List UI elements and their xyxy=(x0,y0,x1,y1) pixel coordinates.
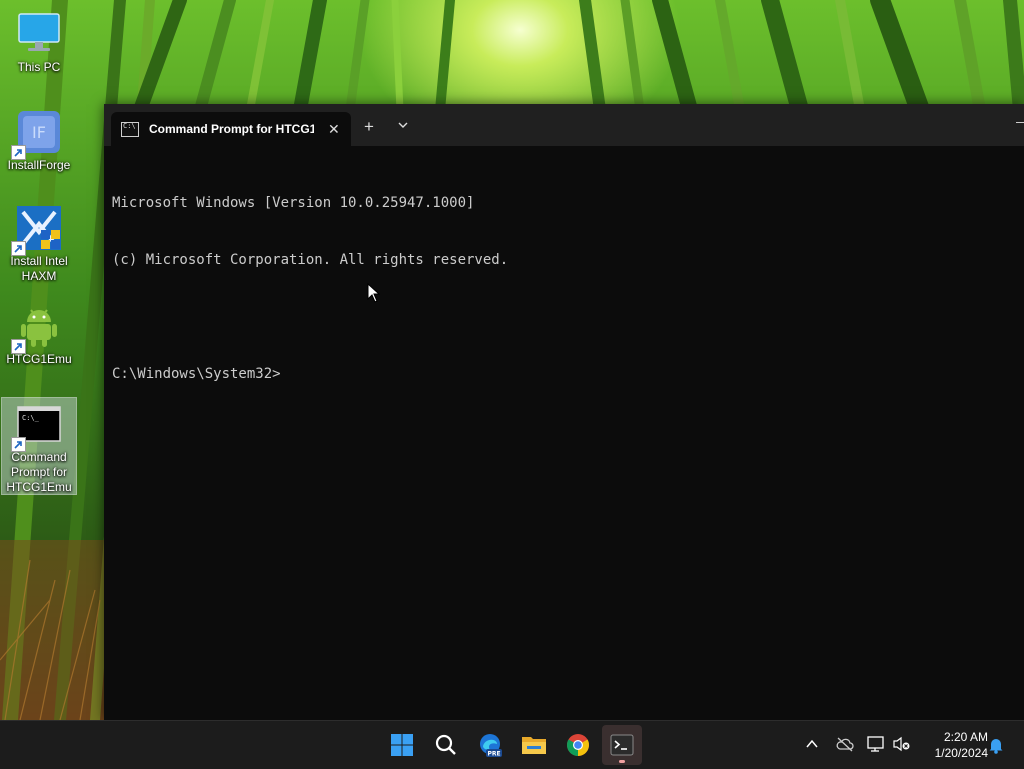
edge-pre-badge: PRE xyxy=(487,751,500,758)
terminal-tab[interactable]: C:\ Command Prompt for HTCG1Emu ✕ xyxy=(111,112,351,146)
shortcut-arrow-icon xyxy=(11,145,26,160)
edge-pre-button[interactable]: PRE xyxy=(470,725,510,765)
chrome-icon xyxy=(567,734,589,756)
desktop-icon-label: This PC xyxy=(17,60,61,74)
terminal-icon xyxy=(610,734,634,756)
terminal-window[interactable]: C:\ Command Prompt for HTCG1Emu ✕ + Micr… xyxy=(104,104,1024,720)
console-line: Microsoft Windows [Version 10.0.25947.10… xyxy=(112,195,475,211)
file-explorer-icon xyxy=(522,737,546,754)
svg-text:IF: IF xyxy=(32,123,46,142)
start-icon xyxy=(391,734,413,756)
desktop-icon-install-intel-haxm[interactable]: Install Intel HAXM xyxy=(2,202,76,286)
shortcut-arrow-icon xyxy=(11,241,26,256)
start-button[interactable] xyxy=(382,725,422,765)
tab-close-button[interactable]: ✕ xyxy=(328,121,340,138)
shortcut-arrow-icon xyxy=(11,437,26,452)
shortcut-arrow-icon xyxy=(11,339,26,354)
volume-button[interactable] xyxy=(893,736,911,757)
notification-bell-icon xyxy=(989,739,1003,754)
file-explorer-button[interactable] xyxy=(514,725,554,765)
clock-date: 1/20/2024 xyxy=(934,746,988,760)
tab-title: Command Prompt for HTCG1Emu xyxy=(149,122,314,136)
onedrive-button[interactable] xyxy=(836,736,854,757)
chevron-down-icon xyxy=(398,122,408,128)
notifications-button[interactable] xyxy=(988,736,1004,759)
installforge-icon: IF xyxy=(11,108,63,160)
edge-pre-icon: PRE xyxy=(480,734,502,758)
clock[interactable]: 2:20 AM 1/20/2024 xyxy=(918,729,988,761)
tab-dropdown-button[interactable] xyxy=(396,118,410,132)
console-prompt[interactable]: C:\Windows\System32> xyxy=(112,365,508,384)
command-prompt-icon: C:\_ xyxy=(11,400,63,452)
desktop-icon-label: InstallForge xyxy=(7,158,71,172)
network-button[interactable] xyxy=(867,735,885,758)
haxm-installer-icon xyxy=(11,204,63,256)
desktop-icon-label: Install Intel HAXM xyxy=(10,254,68,283)
chrome-button[interactable] xyxy=(558,725,598,765)
terminal-title-bar[interactable]: C:\ Command Prompt for HTCG1Emu ✕ + xyxy=(104,104,1024,146)
desktop-icon-label: HTCG1Emu xyxy=(6,352,72,366)
cloud-off-icon xyxy=(836,737,854,752)
terminal-taskbar-button[interactable] xyxy=(602,725,642,765)
volume-mute-icon xyxy=(893,736,910,752)
taskbar: PRE 2:20 AM 1/20/2024 xyxy=(0,720,1024,769)
search-button[interactable] xyxy=(426,725,466,765)
this-pc-icon xyxy=(15,10,63,58)
console-output[interactable]: Microsoft Windows [Version 10.0.25947.10… xyxy=(112,156,508,422)
desktop-icon-installforge[interactable]: IF InstallForge xyxy=(2,106,76,174)
svg-text:C:\_: C:\_ xyxy=(22,414,40,422)
console-line: (c) Microsoft Corporation. All rights re… xyxy=(112,252,509,268)
network-icon xyxy=(867,736,884,752)
mouse-pointer-icon xyxy=(367,283,381,303)
desktop-icon-htcg1emu[interactable]: HTCG1Emu xyxy=(2,300,76,368)
android-icon xyxy=(11,302,63,354)
search-icon xyxy=(435,734,456,755)
desktop-icon-this-pc[interactable]: This PC xyxy=(2,8,76,76)
chevron-up-icon xyxy=(806,739,818,748)
desktop-icon-label: Command Prompt for HTCG1Emu xyxy=(6,450,72,494)
minimize-button[interactable] xyxy=(1016,122,1024,123)
show-hidden-icons-button[interactable] xyxy=(805,737,819,756)
new-tab-button[interactable]: + xyxy=(364,117,374,137)
desktop-icon-command-prompt[interactable]: C:\_ Command Prompt for HTCG1Emu xyxy=(1,397,77,495)
command-prompt-tab-icon: C:\ xyxy=(121,121,139,137)
active-app-indicator xyxy=(619,760,625,763)
clock-time: 2:20 AM xyxy=(943,730,988,744)
